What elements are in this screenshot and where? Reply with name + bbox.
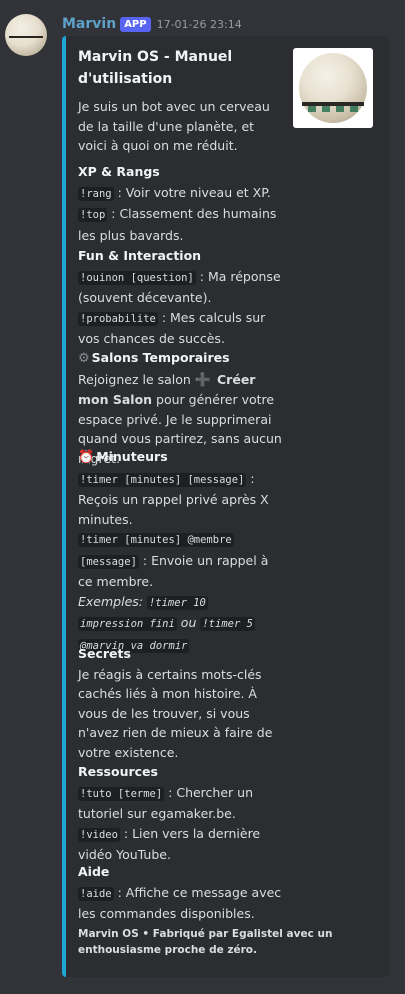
command-tuto: !tuto [terme]: [78, 786, 165, 801]
section-salons-title-row: ⚙ Salons Temporaires: [78, 348, 283, 369]
example-1b: impression fini: [78, 617, 177, 631]
section-aide-body: !aide : Affiche ce message avec les comm…: [78, 883, 283, 924]
embed-card: Marvin OS - Manuel d'utilisation Je suis…: [62, 36, 389, 977]
plus-icon: ➕: [194, 372, 212, 388]
username[interactable]: Marvin: [62, 16, 116, 32]
gear-icon: ⚙: [78, 351, 90, 366]
section-ressources-title: Ressources: [78, 764, 158, 779]
bot-avatar[interactable]: [5, 14, 47, 56]
command-timer: !timer [minutes] [message]: [78, 472, 247, 487]
embed-description: Je suis un bot avec un cerveau de la tai…: [78, 99, 270, 153]
command-rang: !rang: [78, 186, 114, 201]
text-rang: : Voir votre niveau et XP.: [113, 184, 271, 200]
section-secrets-body: Je réagis à certains mots-clés cachés li…: [78, 666, 273, 760]
example-2a: !timer 5: [200, 617, 255, 631]
app-badge: APP: [120, 16, 151, 32]
text-salons-1: Rejoignez le salon: [78, 371, 195, 387]
section-timers-body: !timer [minutes] [message] : Reçois un r…: [78, 469, 283, 657]
examples-or: ou: [176, 615, 201, 630]
command-timer-member: !timer [minutes] @membre: [78, 533, 234, 547]
section-timers: ⏰ Minuteurs !timer [minutes] [message] : …: [78, 447, 283, 656]
section-xp-title: XP & Rangs: [78, 164, 160, 179]
section-fun-title: Fun & Interaction: [78, 248, 202, 263]
section-aide-title: Aide: [78, 864, 110, 879]
embed-thumbnail[interactable]: [293, 48, 373, 128]
section-timers-title-row: ⏰ Minuteurs: [78, 447, 283, 468]
command-ouinon: !ouinon [question]: [78, 270, 196, 285]
command-probabilite: !probabilite: [78, 311, 158, 326]
section-ressources: Ressources !tuto [terme] : Chercher un t…: [78, 762, 283, 865]
section-ressources-body: !tuto [terme] : Chercher un tutoriel sur…: [78, 783, 283, 865]
embed-footer: Marvin OS • Fabriqué par Egalistel avec …: [78, 928, 333, 956]
section-fun-body: !ouinon [question] : Ma réponse (souvent…: [78, 267, 283, 349]
command-video: !video: [78, 827, 120, 842]
command-timer-member-msg: [message]: [78, 554, 139, 569]
examples-label: Exemples:: [78, 593, 147, 609]
section-timers-title: Minuteurs: [96, 449, 168, 464]
example-1a: !timer 10: [146, 595, 208, 610]
embed-accent-bar: [62, 36, 66, 977]
section-xp-body: !rang : Voir votre niveau et XP. !top : …: [78, 183, 283, 246]
section-salons-title: Salons Temporaires: [91, 350, 230, 365]
message-header: Marvin APP 17-01-26 23:14: [62, 14, 242, 34]
timestamp[interactable]: 17-01-26 23:14: [157, 18, 242, 31]
command-aide: !aide: [78, 886, 114, 901]
section-aide: Aide !aide : Affiche ce message avec les…: [78, 862, 283, 924]
command-top: !top: [78, 208, 108, 222]
section-fun: Fun & Interaction !ouinon [question] : M…: [78, 246, 283, 349]
embed-title: Marvin OS - Manuel d'utilisation: [78, 49, 233, 87]
section-secrets-title: Secrets: [78, 646, 131, 661]
text-top: : Classement des humains les plus bavard…: [78, 206, 277, 243]
alarm-clock-icon: ⏰: [78, 450, 95, 465]
section-xp: XP & Rangs !rang : Voir votre niveau et …: [78, 162, 283, 245]
section-secrets: Secrets Je réagis à certains mots-clés c…: [78, 644, 283, 762]
